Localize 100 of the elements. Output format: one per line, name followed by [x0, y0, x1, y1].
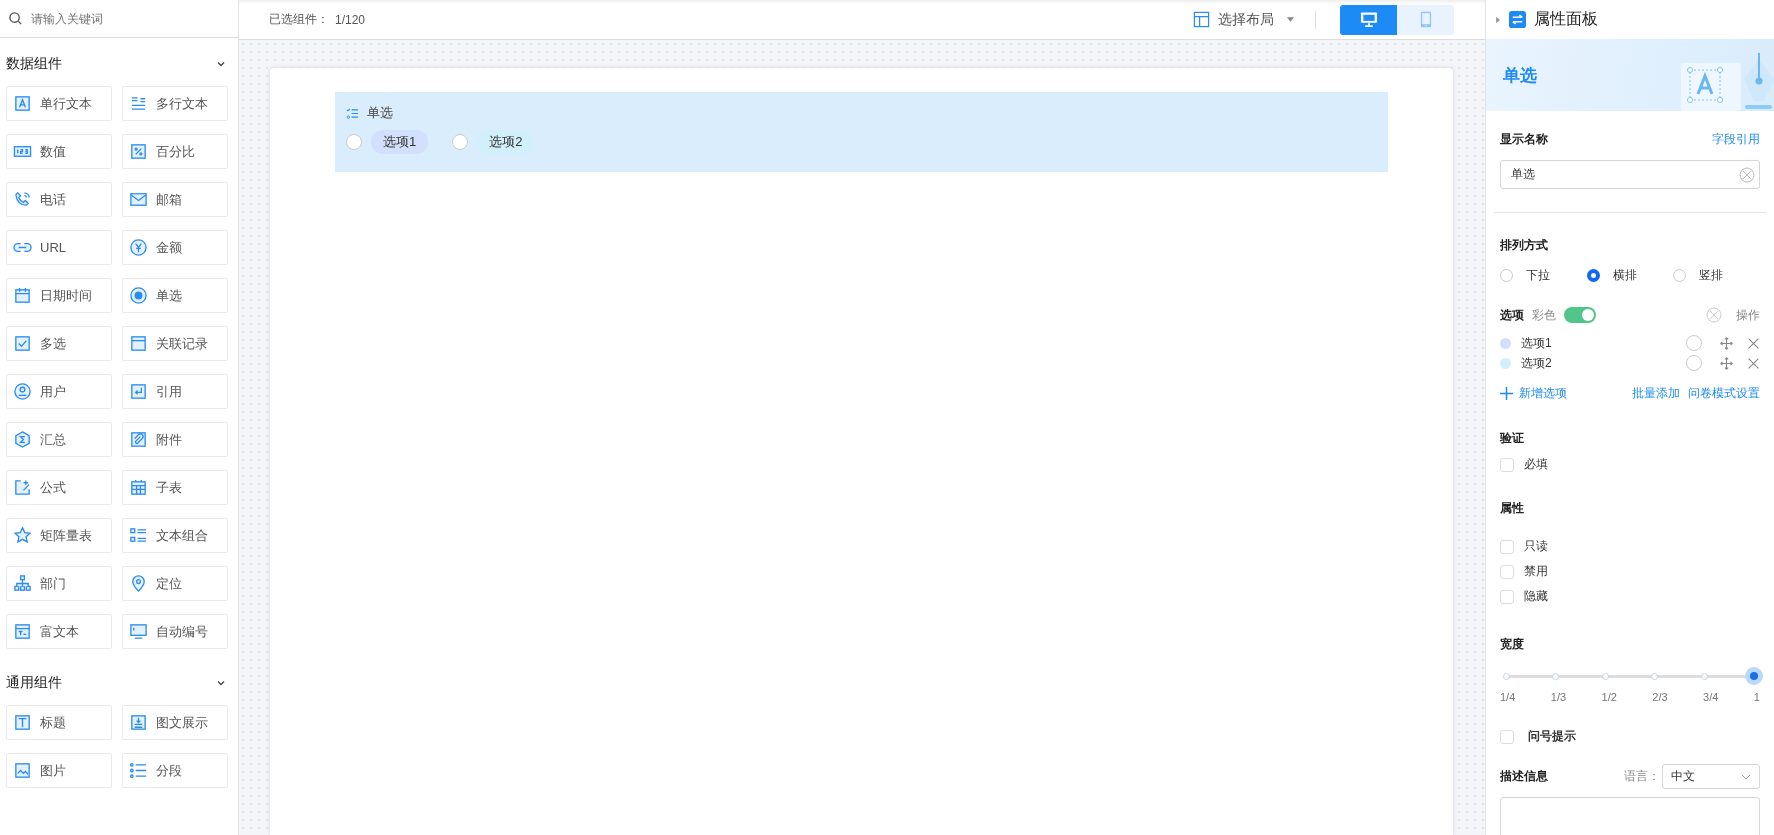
- component-item[interactable]: URL: [6, 230, 112, 265]
- component-item[interactable]: 子表: [122, 470, 228, 505]
- component-item[interactable]: 矩阵量表: [6, 518, 112, 553]
- caret-icon: [1286, 16, 1295, 23]
- field-reference-link[interactable]: 字段引用: [1712, 131, 1760, 148]
- component-item[interactable]: 文本组合: [122, 518, 228, 553]
- checkbox[interactable]: [1500, 539, 1514, 554]
- location-pin-icon: [129, 574, 148, 593]
- close-icon[interactable]: [1747, 356, 1760, 370]
- field-label: 显示名称: [1500, 131, 1548, 148]
- radio-label: 下拉: [1526, 267, 1550, 284]
- radio-button[interactable]: [1586, 269, 1600, 282]
- radio-button-icon: [129, 286, 148, 305]
- clear-icon[interactable]: [1739, 166, 1755, 183]
- slider-thumb[interactable]: [1745, 667, 1763, 685]
- window-icon: [129, 334, 148, 353]
- phone-icon: [13, 190, 32, 209]
- add-option-link[interactable]: 新增选项: [1500, 385, 1567, 402]
- option-label: 选项1: [1521, 334, 1552, 352]
- component-item[interactable]: 图片: [6, 753, 112, 788]
- selected-label: 已选组件：: [269, 11, 329, 28]
- monitor-icon: [129, 622, 148, 641]
- component-item[interactable]: 标题: [6, 705, 112, 740]
- checkbox[interactable]: [1500, 457, 1514, 472]
- chevron-icon[interactable]: [216, 59, 226, 69]
- close-icon[interactable]: [1747, 336, 1760, 350]
- picture-icon: [13, 761, 32, 780]
- component-item[interactable]: 电话: [6, 182, 112, 217]
- mobile-view-button[interactable]: [1397, 4, 1454, 35]
- component-item[interactable]: 引用: [122, 374, 228, 409]
- component-item[interactable]: 多选: [6, 326, 112, 361]
- checkbox-label: 问号提示: [1528, 728, 1576, 745]
- component-item[interactable]: 汇总: [6, 422, 112, 457]
- checkbox[interactable]: [1500, 564, 1514, 579]
- radio-label: 竖排: [1699, 267, 1724, 284]
- component-item[interactable]: 邮箱: [122, 182, 228, 217]
- desktop-view-button[interactable]: [1340, 4, 1397, 35]
- component-item[interactable]: 部门: [6, 566, 112, 601]
- cancel-circle-icon[interactable]: [1706, 307, 1722, 323]
- option-color-dot[interactable]: [1500, 357, 1511, 369]
- slider-stop[interactable]: [1552, 672, 1560, 680]
- expand-arrow-icon[interactable]: [1496, 15, 1501, 24]
- name-input[interactable]: 单选: [1500, 160, 1760, 189]
- component-item[interactable]: 日期时间: [6, 278, 112, 313]
- search-input[interactable]: 请输入关键词: [29, 10, 230, 27]
- component-item[interactable]: 定位: [122, 566, 228, 601]
- component-item[interactable]: 公式: [6, 470, 112, 505]
- component-item[interactable]: 附件: [122, 422, 228, 457]
- org-chart-icon: [13, 574, 32, 593]
- chevron-icon[interactable]: [216, 678, 226, 688]
- field-title: 单选: [367, 104, 393, 122]
- panel-title: 属性面板: [1534, 9, 1598, 29]
- component-item[interactable]: 多行文本: [122, 86, 228, 121]
- multiline-text-icon: [129, 94, 148, 113]
- component-item[interactable]: 自动编号: [122, 614, 228, 649]
- checkbox-icon: [13, 334, 32, 353]
- text-field-icon: [13, 94, 32, 113]
- section-label: 属性: [1500, 500, 1525, 517]
- option-color-dot[interactable]: [1500, 337, 1511, 349]
- checkbox-label: 隐藏: [1524, 588, 1548, 605]
- bulk-add-link[interactable]: 批量添加: [1632, 385, 1680, 402]
- component-item[interactable]: 数值: [6, 134, 112, 169]
- percent-icon: [129, 142, 148, 161]
- settings-toggle-icon: [1509, 11, 1526, 28]
- slider-stop[interactable]: [1503, 672, 1510, 680]
- color-toggle[interactable]: [1564, 307, 1596, 323]
- language-select[interactable]: 中文: [1662, 764, 1760, 789]
- option-label: 选项2: [1521, 354, 1552, 372]
- component-item[interactable]: 图文展示: [122, 705, 228, 740]
- slider-stop[interactable]: [1651, 672, 1659, 680]
- component-item[interactable]: 百分比: [122, 134, 228, 169]
- component-item[interactable]: 金额: [122, 230, 228, 265]
- layout-button[interactable]: 选择布局: [1189, 10, 1299, 29]
- formula-icon: [13, 478, 32, 497]
- slider-tick-label: 1: [1753, 691, 1760, 703]
- component-item[interactable]: 用户: [6, 374, 112, 409]
- survey-settings-link[interactable]: 问卷模式设置: [1688, 385, 1760, 402]
- chevron-icon: [1741, 773, 1751, 780]
- section-label: 选项: [1500, 306, 1524, 324]
- star-icon: [13, 526, 32, 545]
- move-icon[interactable]: [1720, 336, 1733, 350]
- calendar-icon: [13, 286, 32, 305]
- component-item[interactable]: 分段: [122, 753, 228, 788]
- component-item[interactable]: 单选: [122, 278, 228, 313]
- component-item[interactable]: 富文本: [6, 614, 112, 649]
- component-item[interactable]: 单行文本: [6, 86, 112, 121]
- checkbox-label: 禁用: [1524, 563, 1548, 580]
- search-icon: [8, 11, 23, 26]
- section-label: 验证: [1500, 430, 1525, 447]
- move-icon[interactable]: [1720, 356, 1733, 370]
- slider-stop[interactable]: [1700, 672, 1708, 680]
- component-item[interactable]: 关联记录: [122, 326, 228, 361]
- layout-icon: [1193, 11, 1210, 28]
- envelope-icon: [129, 190, 148, 209]
- slider-stop[interactable]: [1601, 672, 1609, 680]
- banner-title: 单选: [1503, 64, 1537, 87]
- checkbox[interactable]: [1500, 589, 1514, 604]
- section-title: 通用组件: [6, 674, 62, 692]
- yen-coin-icon: [129, 238, 148, 257]
- checkbox[interactable]: [1500, 729, 1514, 744]
